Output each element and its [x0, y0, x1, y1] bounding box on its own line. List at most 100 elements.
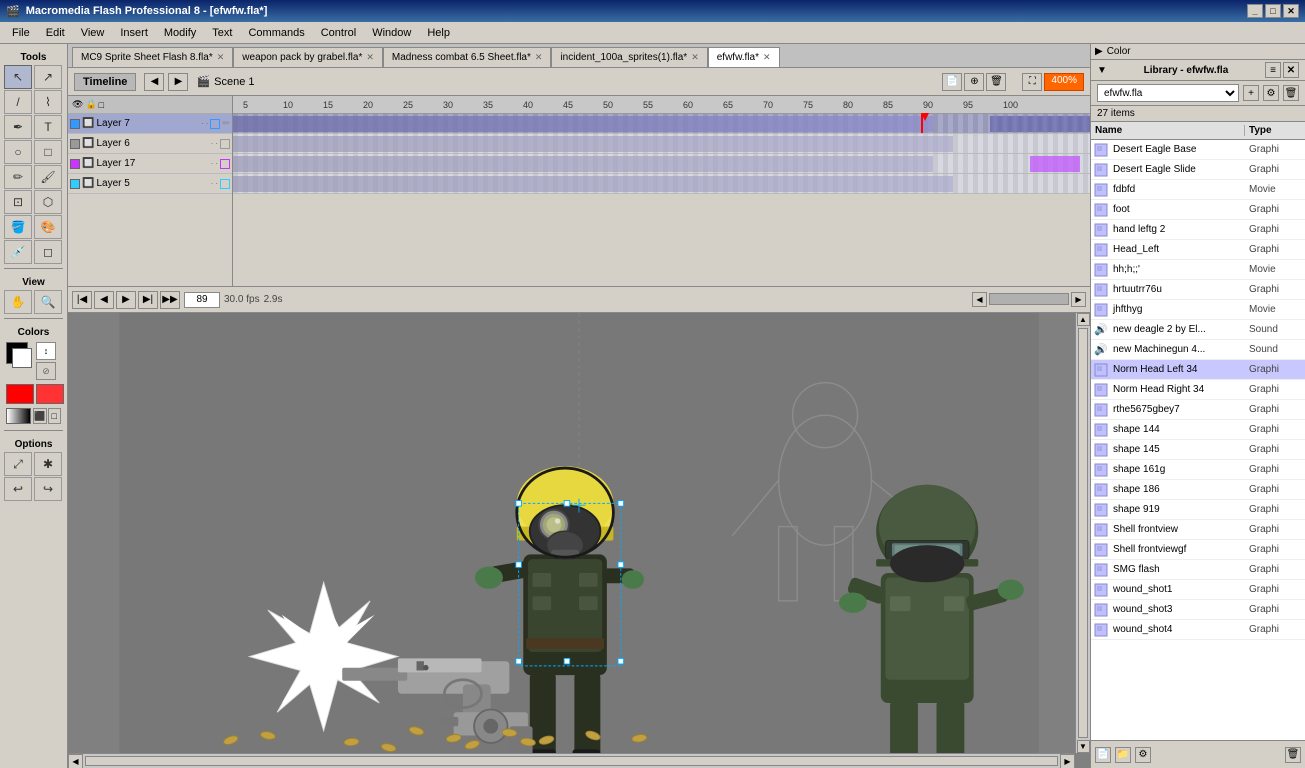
tab-efwfw-close[interactable]: ✕ [763, 52, 771, 63]
layer-17-track[interactable] [233, 154, 1090, 174]
color-icon-btn-2[interactable]: □ [48, 408, 62, 424]
tab-weapon-close[interactable]: ✕ [366, 52, 374, 63]
color-section-header[interactable]: ▶ Color [1091, 44, 1305, 60]
library-new-btn[interactable]: + [1243, 85, 1259, 101]
library-col-type[interactable]: Type [1245, 125, 1305, 136]
library-item-17[interactable]: shape 186Graphi [1091, 480, 1305, 500]
ink-tool[interactable]: 🪣 [4, 215, 32, 239]
color-icon-btn-1[interactable]: ⬛ [33, 408, 47, 424]
layer-5-outline[interactable] [220, 179, 230, 189]
canvas-area[interactable]: ◀ ▶ ▲ ▼ [68, 313, 1090, 768]
option-btn-4[interactable]: ↪ [34, 477, 62, 501]
canvas-hscroll-thumb[interactable] [85, 756, 1058, 766]
back-nav-btn[interactable]: ◀ [144, 73, 164, 91]
library-del-btn[interactable]: 🗑 [1283, 85, 1299, 101]
menu-modify[interactable]: Modify [156, 25, 204, 41]
menu-window[interactable]: Window [364, 25, 419, 41]
layer-6-track[interactable] [233, 134, 1090, 154]
prev-frame-btn[interactable]: ◀ [94, 291, 114, 309]
tl-scroll-left[interactable]: ◀ [972, 292, 987, 307]
library-item-0[interactable]: Desert Eagle BaseGraphi [1091, 140, 1305, 160]
layer-row-17[interactable]: 🔲 Layer 17 · · [68, 154, 232, 174]
layer-7-lock[interactable]: · [206, 119, 209, 128]
library-list[interactable]: Desert Eagle BaseGraphiDesert Eagle Slid… [1091, 140, 1305, 740]
library-item-21[interactable]: SMG flashGraphi [1091, 560, 1305, 580]
timeline-toggle[interactable]: Timeline [74, 73, 136, 91]
lib-foot-del[interactable]: 🗑 [1285, 747, 1301, 763]
eraser-tool[interactable]: ◻ [34, 240, 62, 264]
layer-7-outline[interactable] [210, 119, 220, 129]
menu-control[interactable]: Control [313, 25, 364, 41]
layer-5-lock[interactable]: · [215, 179, 218, 188]
play-btn[interactable]: ▶ [116, 291, 136, 309]
layer-row-7[interactable]: 🔲 Layer 7 · · ✏ [68, 114, 232, 134]
red2-color-preset[interactable] [36, 384, 64, 404]
frame-number-input[interactable]: 89 [184, 292, 220, 308]
tab-incident[interactable]: incident_100a_sprites(1).fla* ✕ [551, 47, 707, 67]
fill-color-swatch[interactable] [12, 348, 32, 368]
library-item-15[interactable]: shape 145Graphi [1091, 440, 1305, 460]
canvas-scroll-up[interactable]: ▲ [1077, 313, 1090, 326]
close-button[interactable]: ✕ [1283, 4, 1299, 18]
library-item-9[interactable]: 🔊new deagle 2 by El...Sound [1091, 320, 1305, 340]
library-col-name[interactable]: Name [1091, 125, 1245, 136]
library-item-13[interactable]: rthe5675gbey7Graphi [1091, 400, 1305, 420]
line-tool[interactable]: / [4, 90, 32, 114]
library-item-10[interactable]: 🔊new Machinegun 4...Sound [1091, 340, 1305, 360]
new-layer-btn[interactable]: 📄 [942, 73, 962, 91]
text-tool[interactable]: T [34, 115, 62, 139]
menu-edit[interactable]: Edit [38, 25, 73, 41]
library-item-20[interactable]: Shell frontviewgfGraphi [1091, 540, 1305, 560]
layer-6-lock[interactable]: · [215, 139, 218, 148]
menu-commands[interactable]: Commands [240, 25, 312, 41]
library-options-btn[interactable]: ≡ [1265, 62, 1281, 78]
layer-7-track[interactable] [233, 114, 1090, 134]
titlebar-controls[interactable]: _ □ ✕ [1247, 4, 1299, 18]
lib-foot-new[interactable]: 📄 [1095, 747, 1111, 763]
oval-tool[interactable]: ○ [4, 140, 32, 164]
tl-scroll-thumb[interactable] [989, 293, 1069, 305]
library-item-23[interactable]: wound_shot3Graphi [1091, 600, 1305, 620]
canvas-vscroll-thumb[interactable] [1078, 328, 1088, 738]
fullscreen-btn[interactable]: ⛶ [1022, 73, 1042, 91]
menu-view[interactable]: View [73, 25, 113, 41]
library-item-18[interactable]: shape 919Graphi [1091, 500, 1305, 520]
tab-madness-close[interactable]: ✕ [535, 52, 543, 63]
canvas-scroll-right[interactable]: ▶ [1060, 754, 1075, 768]
gradient-preset[interactable] [6, 408, 31, 424]
tab-mc9[interactable]: MC9 Sprite Sheet Flash 8.fla* ✕ [72, 47, 233, 67]
no-color-btn[interactable]: ⊘ [36, 362, 56, 380]
zoom-indicator[interactable]: 400% [1044, 73, 1084, 91]
layer-7-vis[interactable]: · [201, 119, 204, 128]
del-layer-btn[interactable]: 🗑 [986, 73, 1006, 91]
pen-tool[interactable]: ✒ [4, 115, 32, 139]
layer-5-track[interactable] [233, 174, 1090, 194]
library-item-16[interactable]: shape 161gGraphi [1091, 460, 1305, 480]
freexform-tool[interactable]: ⊡ [4, 190, 32, 214]
menu-file[interactable]: File [4, 25, 38, 41]
library-item-2[interactable]: fdbfdMovie [1091, 180, 1305, 200]
paint-bucket[interactable]: 🎨 [34, 215, 62, 239]
swap-colors-btn[interactable]: ↕ [36, 342, 56, 360]
library-filename-select[interactable]: efwfw.fla [1097, 84, 1239, 102]
next-frame-btn[interactable]: ▶| [138, 291, 158, 309]
tab-weapon[interactable]: weapon pack by grabel.fla* ✕ [233, 47, 383, 67]
tab-madness[interactable]: Madness combat 6.5 Sheet.fla* ✕ [383, 47, 552, 67]
last-frame-btn[interactable]: ▶▶ [160, 291, 180, 309]
library-item-12[interactable]: Norm Head Right 34Graphi [1091, 380, 1305, 400]
subselect-tool[interactable]: ↗ [34, 65, 62, 89]
brush-tool[interactable]: 🖌 [34, 165, 62, 189]
lasso-tool[interactable]: ⌇ [34, 90, 62, 114]
scene-indicator[interactable]: 🎬 Scene 1 [196, 75, 254, 88]
tl-scroll-right[interactable]: ▶ [1071, 292, 1086, 307]
library-item-19[interactable]: Shell frontviewGraphi [1091, 520, 1305, 540]
option-btn-1[interactable]: ⤢ [4, 452, 32, 476]
canvas-scroll-down[interactable]: ▼ [1077, 740, 1090, 753]
lib-foot-folder[interactable]: 📁 [1115, 747, 1131, 763]
library-item-11[interactable]: Norm Head Left 34Graphi [1091, 360, 1305, 380]
fwd-nav-btn[interactable]: ▶ [168, 73, 188, 91]
menu-insert[interactable]: Insert [112, 25, 156, 41]
library-header[interactable]: ▼ Library - efwfw.fla ≡ ✕ [1091, 60, 1305, 81]
rect-tool[interactable]: □ [34, 140, 62, 164]
layer-row-6[interactable]: 🔲 Layer 6 · · [68, 134, 232, 154]
